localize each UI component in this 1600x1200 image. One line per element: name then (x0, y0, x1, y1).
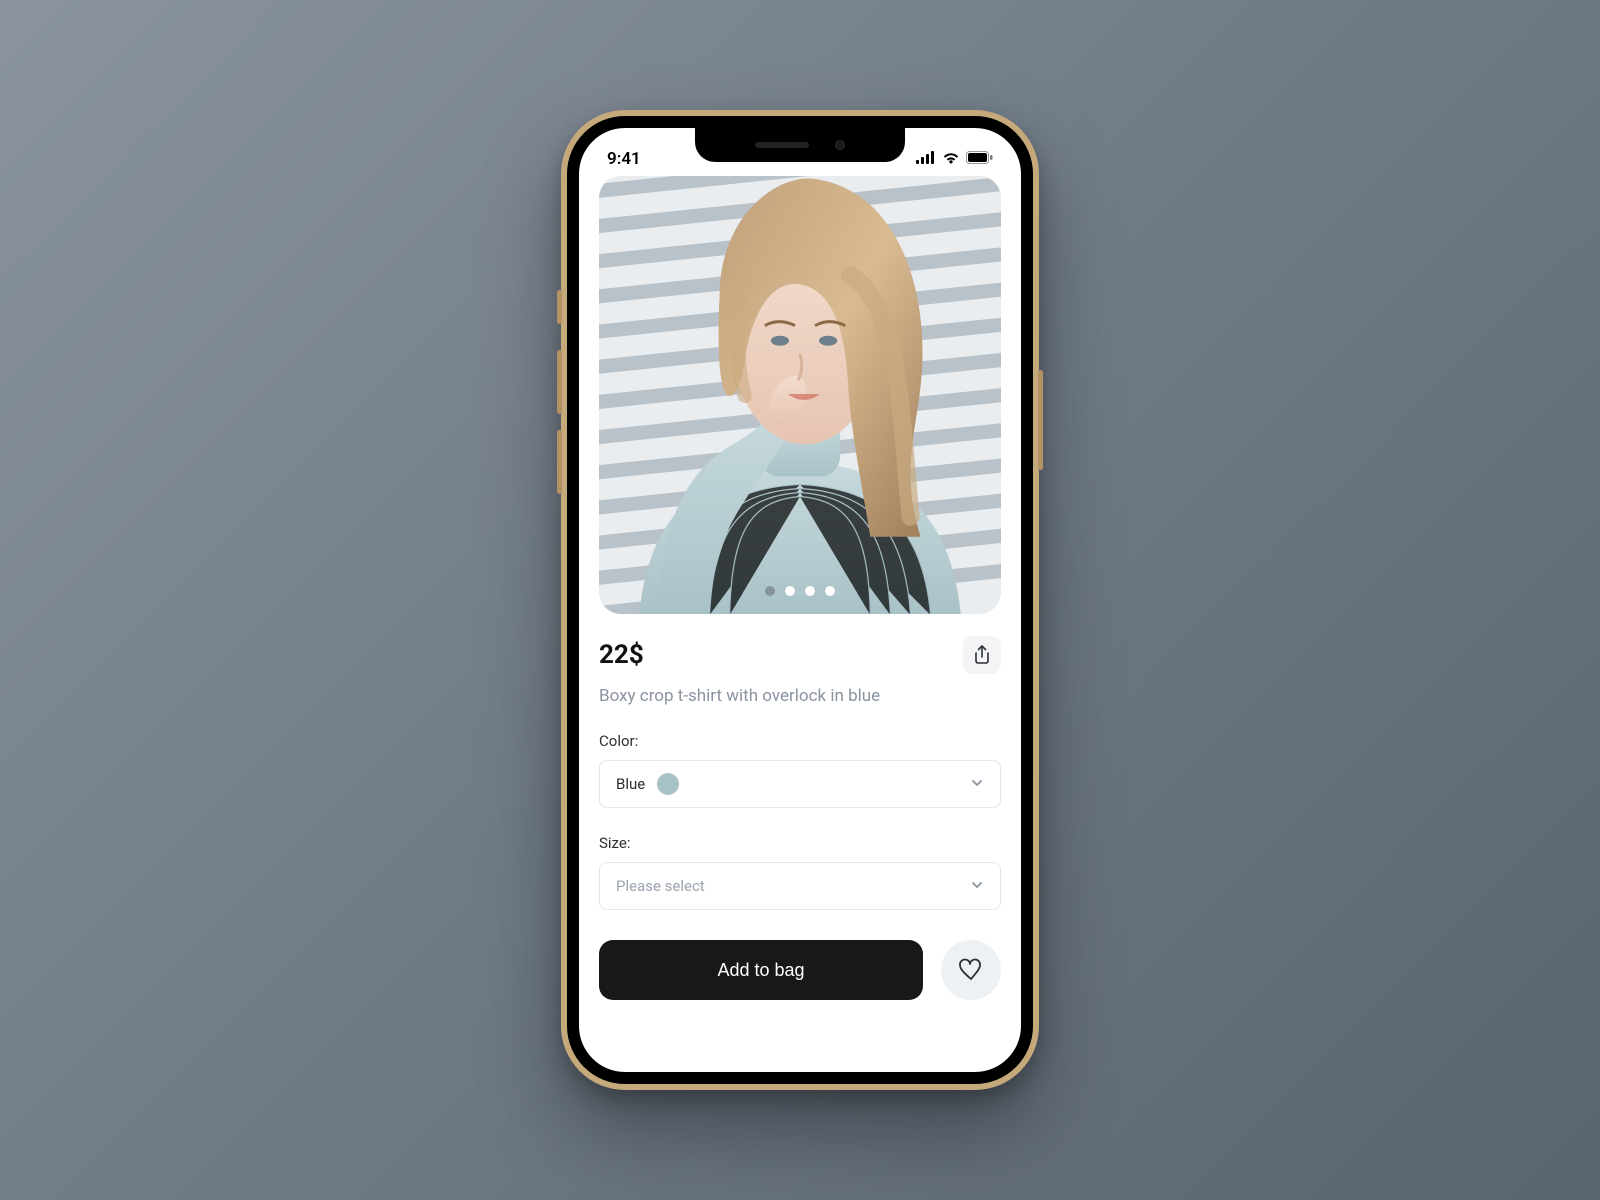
battery-icon (966, 149, 993, 169)
product-image-carousel[interactable] (599, 176, 1001, 614)
size-label: Size: (599, 834, 1001, 852)
color-selected-value: Blue (616, 775, 645, 793)
heart-icon (958, 958, 984, 982)
mute-switch (557, 290, 562, 324)
wifi-icon (942, 149, 960, 169)
favorite-button[interactable] (941, 940, 1001, 1000)
chevron-down-icon (970, 775, 984, 794)
carousel-dot[interactable] (785, 586, 795, 596)
speaker-grill (755, 142, 809, 148)
volume-up-button (557, 350, 562, 414)
product-price: 22$ (599, 640, 644, 670)
power-button (1038, 370, 1043, 470)
carousel-dot[interactable] (765, 586, 775, 596)
status-time: 9:41 (607, 149, 641, 169)
add-to-bag-button[interactable]: Add to bag (599, 940, 923, 1000)
carousel-dot[interactable] (805, 586, 815, 596)
product-image (599, 176, 1001, 614)
color-select[interactable]: Blue (599, 760, 1001, 808)
screen: 9:41 (579, 128, 1021, 1072)
product-title: Boxy crop t-shirt with overlock in blue (599, 686, 1001, 706)
size-placeholder: Please select (616, 877, 705, 895)
phone-frame: 9:41 (561, 110, 1039, 1090)
color-label: Color: (599, 732, 1001, 750)
cellular-icon (916, 149, 936, 169)
front-camera (835, 140, 845, 150)
carousel-dots (765, 586, 835, 596)
color-swatch (657, 773, 679, 795)
notch (695, 128, 905, 162)
carousel-dot[interactable] (825, 586, 835, 596)
share-icon (973, 645, 991, 665)
chevron-down-icon (970, 877, 984, 896)
share-button[interactable] (963, 636, 1001, 674)
volume-down-button (557, 430, 562, 494)
size-select[interactable]: Please select (599, 862, 1001, 910)
